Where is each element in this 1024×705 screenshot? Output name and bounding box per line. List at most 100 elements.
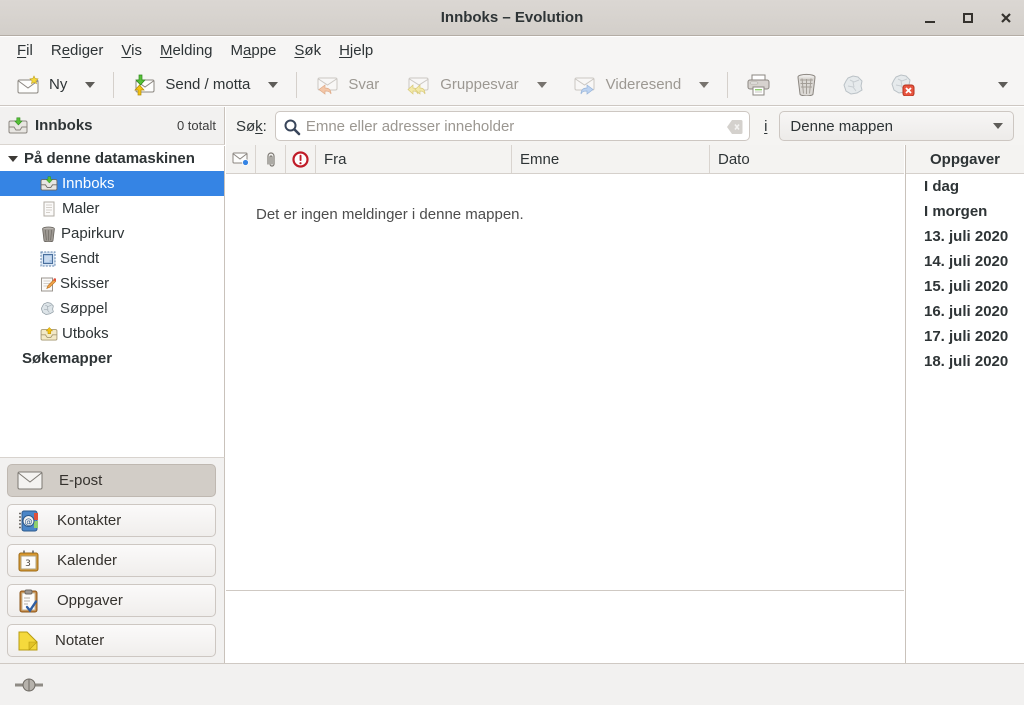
new-message-button[interactable]: Ny [8,70,75,100]
switcher-tasks-button[interactable]: Oppgaver [7,584,216,617]
label-part: M [160,42,173,59]
reply-button[interactable]: Svar [307,69,387,101]
new-message-dropdown[interactable] [75,77,103,93]
switcher-contacts-button[interactable]: @ Kontakter [7,504,216,537]
column-attachment-header[interactable] [256,145,286,173]
mail-icon [17,471,43,490]
send-receive-label: Send / motta [165,76,250,93]
delete-button[interactable] [787,68,826,101]
sent-icon [40,251,56,267]
chevron-down-icon [537,82,547,88]
important-icon [292,151,309,168]
task-date[interactable]: 17. juli 2020 [906,324,1024,349]
tree-root-on-this-computer[interactable]: På denne datamaskinen [0,146,224,171]
forward-dropdown[interactable] [689,77,717,93]
close-button[interactable] [994,6,1018,30]
label-part: V [121,42,131,59]
search-entry[interactable] [275,111,750,141]
send-receive-icon [132,74,156,96]
label-part: Sø [236,118,255,135]
task-date-tomorrow[interactable]: I morgen [906,199,1024,224]
toolbar-separator [727,72,728,98]
message-list[interactable]: Det er ingen meldinger i denne mappen. [226,174,904,590]
folder-soppel[interactable]: Søppel [0,296,224,321]
group-reply-icon [405,74,431,96]
task-date[interactable]: 16. juli 2020 [906,299,1024,324]
folder-skisser[interactable]: Skisser [0,271,224,296]
print-button[interactable] [738,69,779,101]
tasks-panel-header[interactable]: Oppgaver [906,145,1024,174]
minimize-icon [924,12,936,24]
search-scope-combobox[interactable]: Denne mappen [779,111,1014,141]
column-label: Fra [324,151,347,168]
titlebar: Innboks – Evolution [0,0,1024,36]
drafts-icon [40,276,56,292]
task-date[interactable]: 15. juli 2020 [906,274,1024,299]
label-part: jelp [350,42,373,59]
task-date[interactable]: 14. juli 2020 [906,249,1024,274]
not-junk-button[interactable] [882,68,923,101]
search-folders-label: Søkemapper [22,350,112,367]
send-receive-dropdown[interactable] [258,77,286,93]
maximize-button[interactable] [956,6,980,30]
column-subject-header[interactable]: Emne [512,145,710,173]
attachment-icon [265,151,277,168]
online-status-icon[interactable] [14,678,44,692]
menu-fil[interactable]: Fil [8,39,42,62]
search-icon [283,118,301,136]
calendar-icon: 3 [17,549,41,573]
folder-maler[interactable]: Maler [0,196,224,221]
search-input[interactable] [306,118,719,135]
forward-button[interactable]: Videresend [565,69,690,101]
task-date[interactable]: 13. juli 2020 [906,224,1024,249]
expander-triangle-icon[interactable] [8,156,18,162]
switcher-mail-button[interactable]: E-post [7,464,216,497]
menu-mappe[interactable]: Mappe [222,39,286,62]
not-junk-icon [890,73,915,96]
switcher-tasks-label: Oppgaver [57,592,123,609]
task-date[interactable]: 18. juli 2020 [906,349,1024,374]
junk-button[interactable] [834,69,874,101]
folder-sendt[interactable]: Sendt [0,246,224,271]
folder-header: Innboks 0 totalt [0,107,225,145]
send-receive-button[interactable]: Send / motta [124,69,258,101]
menu-melding[interactable]: Melding [151,39,222,62]
switcher-memos-button[interactable]: Notater [7,624,216,657]
folder-innboks[interactable]: Innboks [0,171,224,196]
message-status-icon [232,152,249,166]
menu-vis[interactable]: Vis [112,39,151,62]
minimize-button[interactable] [918,6,942,30]
column-label: Emne [520,151,559,168]
column-date-header[interactable]: Dato [710,145,904,173]
column-important-header[interactable] [286,145,316,173]
menu-rediger[interactable]: Rediger [42,39,113,62]
tree-group-search-folders[interactable]: Søkemapper [0,346,224,371]
search-scope-value: Denne mappen [790,118,893,135]
task-date-today[interactable]: I dag [906,174,1024,199]
label-part: R [51,42,62,59]
menu-sok[interactable]: Søk [285,39,330,62]
junk-icon [842,74,866,96]
column-status-header[interactable] [226,145,256,173]
window-title: Innboks – Evolution [441,9,584,26]
group-reply-dropdown[interactable] [527,77,555,93]
chevron-down-icon [85,82,95,88]
switcher-calendar-button[interactable]: 3 Kalender [7,544,216,577]
svg-text:@: @ [25,517,33,526]
task-label: 16. juli 2020 [924,303,1008,320]
clear-search-icon[interactable] [727,119,743,135]
group-reply-button[interactable]: Gruppesvar [397,69,526,101]
label-part: øk [304,42,321,59]
toolbar-overflow-button[interactable] [982,77,1016,93]
label-part: : [263,118,267,135]
folder-utboks[interactable]: Utboks [0,321,224,346]
label-part: elding [172,42,212,59]
inbox-icon [8,117,28,134]
folder-label: Søppel [60,300,108,317]
folder-papirkurv[interactable]: Papirkurv [0,221,224,246]
group-reply-label: Gruppesvar [440,76,518,93]
reply-icon [315,74,339,96]
column-from-header[interactable]: Fra [316,145,512,173]
menu-hjelp[interactable]: Hjelp [330,39,382,62]
folder-label: Skisser [60,275,109,292]
